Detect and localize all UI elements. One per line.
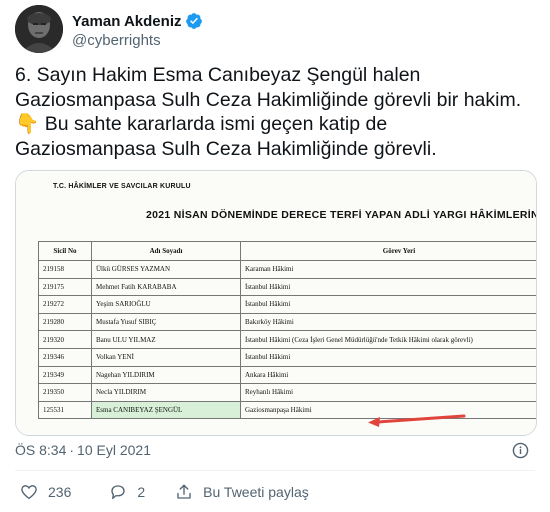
column-header: Görev Yeri bbox=[240, 241, 536, 261]
table-cell: İstanbul Hâkimi bbox=[240, 295, 536, 314]
table-cell: 219280 bbox=[38, 312, 92, 332]
column-header: Adı Soyadı bbox=[91, 241, 241, 261]
table-cell: Banu ULU YILMAZ bbox=[91, 330, 241, 349]
table-cell: 219272 bbox=[38, 295, 92, 314]
table-row: 219280 Mustafa Yusuf SIBIÇ Bakırköy Hâki… bbox=[38, 312, 536, 332]
table-row: 219346 Volkan YENİ İstanbul Hâkimi bbox=[38, 347, 536, 367]
tweet-line: Gaziosmanpasa Sulh Ceza Hakimliğinde gör… bbox=[15, 88, 522, 111]
table-cell: Mehmet Fatih KARABABA bbox=[91, 277, 241, 297]
table-cell: 219350 bbox=[38, 383, 92, 402]
avatar-image bbox=[15, 5, 63, 53]
reply-count: 2 bbox=[137, 484, 146, 500]
table-cell: 219346 bbox=[38, 347, 92, 367]
document-scan: T.C. HÂKİMLER VE SAVCILAR KURULU 2021 Nİ… bbox=[16, 171, 536, 435]
column-header: Sicil No bbox=[38, 241, 92, 261]
like-count: 236 bbox=[48, 484, 72, 500]
table-cell: İstanbul Hâkimi bbox=[240, 347, 536, 367]
document-org: T.C. HÂKİMLER VE SAVCILAR KURULU bbox=[53, 183, 191, 190]
table-cell: Karaman Hâkimi bbox=[240, 260, 536, 279]
tweet-text: 6. Sayın Hakim Esma Canıbeyaz Şengül hal… bbox=[15, 63, 535, 161]
table-row: 219175 Mehmet Fatih KARABABA İstanbul Hâ… bbox=[38, 277, 536, 297]
table-cell-highlighted: Esma CANIBEYAZ ŞENGÜL bbox=[91, 400, 241, 420]
table-row: 219349 Nagehan YILDIRIM Ankara Hâkimi bbox=[38, 365, 536, 385]
share-button[interactable]: Bu Tweeti paylaş bbox=[175, 483, 309, 501]
table-row: 219320 Banu ULU YILMAZ İstanbul Hâkimi (… bbox=[38, 330, 536, 349]
table-cell: 219320 bbox=[38, 330, 92, 349]
tweet-header: Yaman Akdeniz @cyberrights bbox=[15, 5, 535, 55]
tweet-line: Gaziosmanpasa Sulh Ceza Hakimliğinde gör… bbox=[15, 137, 437, 160]
share-label: Bu Tweeti paylaş bbox=[203, 484, 309, 500]
avatar[interactable] bbox=[15, 5, 63, 53]
table-cell: Bakırköy Hâkimi bbox=[240, 312, 536, 332]
table-cell: Nagehan YILDIRIM bbox=[91, 365, 241, 385]
red-arrow-icon bbox=[368, 414, 466, 427]
table-cell: 219175 bbox=[38, 277, 92, 297]
table-cell: Reyhanlı Hâkimi bbox=[240, 383, 536, 402]
tweet-media-image[interactable]: T.C. HÂKİMLER VE SAVCILAR KURULU 2021 Nİ… bbox=[15, 170, 537, 436]
document-table: Sicil No Adı Soyadı Görev Yeri 219158 Ül… bbox=[38, 241, 536, 420]
table-row: 219272 Yeşim SARIOĞLU İstanbul Hâkimi bbox=[38, 295, 536, 314]
tweet-actions: 236 2 Bu Tweeti paylaş bbox=[15, 480, 309, 504]
table-header-row: Sicil No Adı Soyadı Görev Yeri bbox=[38, 241, 536, 261]
table-cell: Ülkü GÜRSES YAZMAN bbox=[91, 260, 241, 279]
table-cell: 125531 bbox=[38, 400, 92, 420]
user-handle[interactable]: @cyberrights bbox=[72, 32, 161, 49]
tweet-line: 👇 Bu sahte kararlarda ismi geçen katip d… bbox=[15, 113, 388, 135]
table-cell: İstanbul Hâkimi (Ceza İşleri Genel Müdür… bbox=[240, 330, 536, 349]
tweet-timestamp[interactable]: ÖS 8:34 · 10 Eyl 2021 bbox=[15, 442, 151, 458]
tweet-date: 10 Eyl 2021 bbox=[77, 442, 151, 458]
table-cell: Ankara Hâkimi bbox=[240, 365, 536, 385]
table-cell: İstanbul Hâkimi bbox=[240, 277, 536, 297]
verified-badge-icon bbox=[186, 13, 203, 29]
share-icon bbox=[177, 484, 191, 499]
table-cell: Yeşim SARIOĞLU bbox=[91, 295, 241, 314]
table-cell: Necla YILDIRIM bbox=[91, 383, 241, 402]
document-title: 2021 NİSAN DÖNEMİNDE DERECE TERFİ YAPAN … bbox=[146, 209, 537, 221]
reply-button[interactable]: 2 bbox=[109, 483, 145, 501]
meta-separator: · bbox=[69, 442, 75, 458]
info-icon[interactable] bbox=[512, 442, 529, 459]
tweet-time: ÖS 8:34 bbox=[15, 442, 67, 458]
table-row: 219158 Ülkü GÜRSES YAZMAN Karaman Hâkimi bbox=[38, 260, 536, 279]
table-cell: 219349 bbox=[38, 365, 92, 385]
display-name[interactable]: Yaman Akdeniz bbox=[72, 13, 181, 30]
table-cell: Volkan YENİ bbox=[91, 347, 241, 367]
heart-icon bbox=[21, 485, 37, 500]
like-button[interactable]: 236 bbox=[20, 483, 71, 501]
table-cell: 219158 bbox=[38, 260, 92, 279]
name-row: Yaman Akdeniz bbox=[72, 11, 203, 31]
divider bbox=[15, 470, 535, 471]
tweet-line: 6. Sayın Hakim Esma Canıbeyaz Şengül hal… bbox=[15, 64, 421, 86]
table-row: 219350 Necla YILDIRIM Reyhanlı Hâkimi bbox=[38, 383, 536, 402]
reply-icon bbox=[111, 485, 126, 500]
table-cell: Mustafa Yusuf SIBIÇ bbox=[91, 312, 241, 332]
